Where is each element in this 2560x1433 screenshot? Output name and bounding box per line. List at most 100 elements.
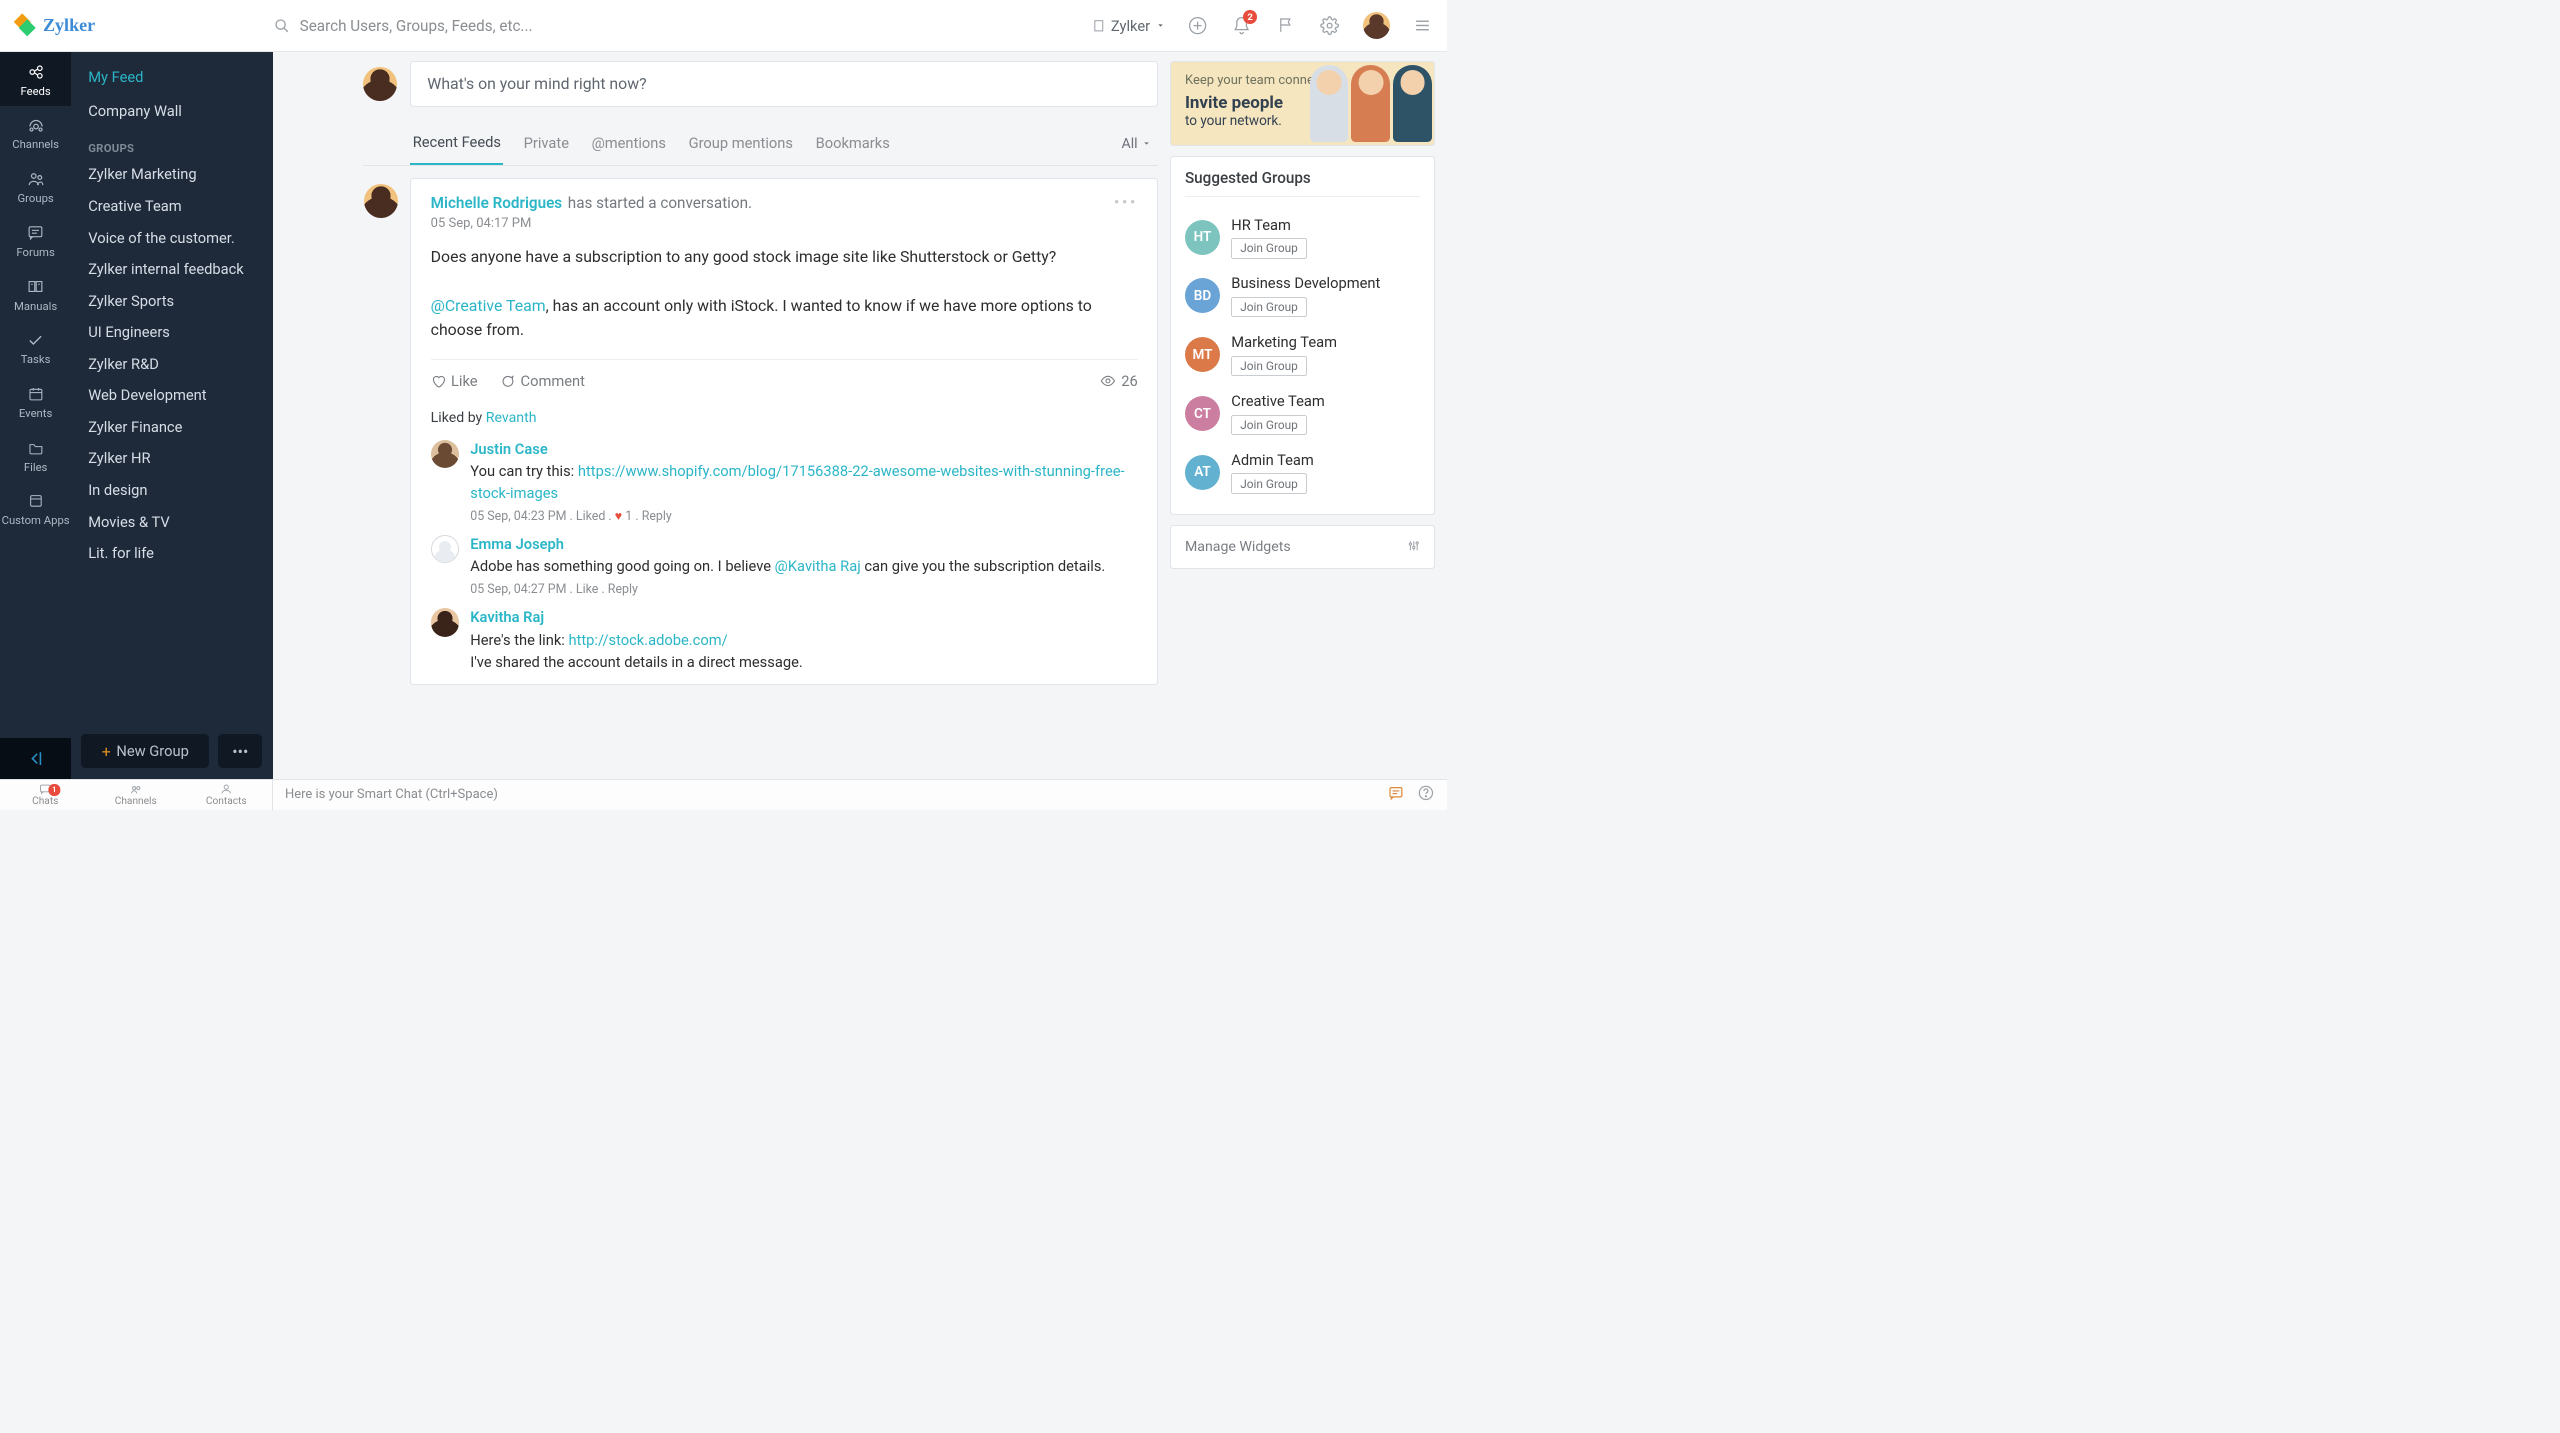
group-avatar[interactable]: CT xyxy=(1185,396,1220,431)
global-search[interactable] xyxy=(274,17,1092,35)
feed-filter[interactable]: All xyxy=(1122,136,1152,152)
comment-meta[interactable]: 05 Sep, 04:23 PM . Liked . ♥ 1 . Reply xyxy=(470,509,1138,524)
sidebar-group-item[interactable]: Lit. for life xyxy=(71,537,272,569)
nav-rail: Feeds Channels Groups Forums Manuals Tas… xyxy=(0,52,71,779)
group-avatar[interactable]: MT xyxy=(1185,337,1220,372)
like-button[interactable]: Like xyxy=(431,372,478,390)
rail-item-groups[interactable]: Groups xyxy=(0,159,71,213)
post-mention[interactable]: @Creative Team xyxy=(431,296,546,315)
sidebar-group-item[interactable]: Zylker R&D xyxy=(71,348,272,380)
invite-card[interactable]: Keep your team connected. Invite people … xyxy=(1170,61,1435,146)
comment-author[interactable]: Emma Joseph xyxy=(470,535,1138,553)
eye-icon xyxy=(1100,373,1116,389)
gear-icon xyxy=(1320,16,1339,35)
sidebar-group-item[interactable]: In design xyxy=(71,474,272,506)
notifications-button[interactable]: 2 xyxy=(1230,14,1253,37)
rail-item-forums[interactable]: Forums xyxy=(0,213,71,267)
comment-mention[interactable]: @Kavitha Raj xyxy=(775,557,861,575)
comment-link[interactable]: https://www.shopify.com/blog/17156388-22… xyxy=(470,462,1124,502)
sidebar-more-button[interactable]: ••• xyxy=(218,734,262,768)
feed-tab[interactable]: Bookmarks xyxy=(813,123,892,164)
group-avatar[interactable]: BD xyxy=(1185,278,1220,313)
feed-tab[interactable]: Private xyxy=(521,123,571,164)
sidebar-link-company-wall[interactable]: Company Wall xyxy=(71,94,272,128)
rail-label: Channels xyxy=(0,138,71,151)
group-avatar[interactable]: HT xyxy=(1185,220,1220,255)
join-group-button[interactable]: Join Group xyxy=(1231,238,1306,259)
liked-by-user[interactable]: Revanth xyxy=(486,410,537,426)
comment-avatar[interactable] xyxy=(431,535,459,563)
sidebar-group-item[interactable]: Voice of the customer. xyxy=(71,222,272,254)
comment: Emma JosephAdobe has something good goin… xyxy=(431,535,1138,597)
comment-link[interactable]: http://stock.adobe.com/ xyxy=(568,631,727,649)
comment-meta[interactable]: 05 Sep, 04:27 PM . Like . Reply xyxy=(470,582,1138,597)
feed-tab[interactable]: Recent Feeds xyxy=(410,123,503,166)
sidebar-group-item[interactable]: Creative Team xyxy=(71,190,272,222)
rail-item-events[interactable]: Events xyxy=(0,374,71,428)
post-more-button[interactable]: ••• xyxy=(1114,193,1138,213)
comment-author[interactable]: Kavitha Raj xyxy=(470,608,1138,626)
group-avatar[interactable]: AT xyxy=(1185,455,1220,490)
feed-tab[interactable]: @mentions xyxy=(589,123,668,164)
suggested-group-name[interactable]: Creative Team xyxy=(1231,392,1324,410)
sidebar-group-item[interactable]: Movies & TV xyxy=(71,506,272,538)
join-group-button[interactable]: Join Group xyxy=(1231,415,1306,436)
rail-item-channels[interactable]: Channels xyxy=(0,106,71,160)
settings-button[interactable] xyxy=(1319,14,1342,37)
suggested-group-name[interactable]: Admin Team xyxy=(1231,451,1314,469)
sidebar-group-item[interactable]: Zylker Finance xyxy=(71,411,272,443)
sidebar-group-item[interactable]: Web Development xyxy=(71,380,272,412)
rail-item-feeds[interactable]: Feeds xyxy=(0,52,71,106)
sidebar-group-item[interactable]: Zylker HR xyxy=(71,443,272,475)
sidebar-group-item[interactable]: Zylker internal feedback xyxy=(71,253,272,285)
comment-text: Here's the link: http://stock.adobe.com/… xyxy=(470,629,1138,673)
menu-icon xyxy=(1414,17,1431,34)
comment: Kavitha Raj Here's the link: http://stock… xyxy=(431,608,1138,677)
compose-button[interactable] xyxy=(1186,14,1209,37)
rail-item-manuals[interactable]: Manuals xyxy=(0,267,71,321)
org-switcher[interactable]: Zylker xyxy=(1092,17,1165,35)
sidebar-link-my-feed[interactable]: My Feed xyxy=(71,60,272,94)
smart-chat-icon-button[interactable] xyxy=(1388,785,1404,804)
rail-item-files[interactable]: Files xyxy=(0,428,71,482)
rail-item-custom-apps[interactable]: Custom Apps xyxy=(0,482,71,536)
post-author-avatar[interactable] xyxy=(364,184,398,218)
bottombar-item[interactable]: Contacts xyxy=(181,783,272,806)
post-timestamp: 05 Sep, 04:17 PM xyxy=(431,216,1138,231)
sidebar-group-item[interactable]: Zylker Sports xyxy=(71,285,272,317)
feed-tab[interactable]: Group mentions xyxy=(686,123,795,164)
events-icon xyxy=(28,386,44,402)
search-input[interactable] xyxy=(300,17,752,35)
suggested-group-name[interactable]: HR Team xyxy=(1231,216,1306,234)
brand[interactable]: Zylker xyxy=(14,14,274,37)
new-group-button[interactable]: + New Group xyxy=(81,734,209,768)
comment-text: You can try this: https://www.shopify.co… xyxy=(470,460,1138,504)
comment-avatar[interactable] xyxy=(431,608,459,636)
composer-input[interactable]: What's on your mind right now? xyxy=(410,61,1158,107)
post-author[interactable]: Michelle Rodrigues xyxy=(431,194,562,212)
profile-avatar[interactable] xyxy=(1363,12,1390,39)
manage-widgets-card[interactable]: Manage Widgets xyxy=(1170,525,1435,568)
join-group-button[interactable]: Join Group xyxy=(1231,297,1306,318)
sidebar-group-item[interactable]: UI Engineers xyxy=(71,316,272,348)
help-icon xyxy=(1418,785,1434,801)
join-group-button[interactable]: Join Group xyxy=(1231,356,1306,377)
bottombar-item[interactable]: Chats1 xyxy=(0,783,91,806)
suggested-groups-title: Suggested Groups xyxy=(1185,169,1420,197)
flags-button[interactable] xyxy=(1274,14,1297,37)
comment-button[interactable]: Comment xyxy=(500,372,585,390)
rail-collapse-button[interactable] xyxy=(0,738,71,779)
hamburger-button[interactable] xyxy=(1411,14,1434,37)
smart-chat-hint[interactable]: Here is your Smart Chat (Ctrl+Space) xyxy=(273,780,1374,811)
help-button[interactable] xyxy=(1418,785,1434,804)
join-group-button[interactable]: Join Group xyxy=(1231,473,1306,494)
comment-author[interactable]: Justin Case xyxy=(470,440,1138,458)
bottombar-item[interactable]: Channels xyxy=(91,783,182,806)
sidebar-group-item[interactable]: Zylker Marketing xyxy=(71,159,272,191)
comment-avatar[interactable] xyxy=(431,440,459,468)
suggested-group-name[interactable]: Business Development xyxy=(1231,274,1380,292)
rail-item-tasks[interactable]: Tasks xyxy=(0,320,71,374)
comment: Justin Case You can try this: https://www… xyxy=(431,440,1138,524)
suggested-group-name[interactable]: Marketing Team xyxy=(1231,333,1337,351)
bottombar-item-label: Chats xyxy=(0,796,91,807)
